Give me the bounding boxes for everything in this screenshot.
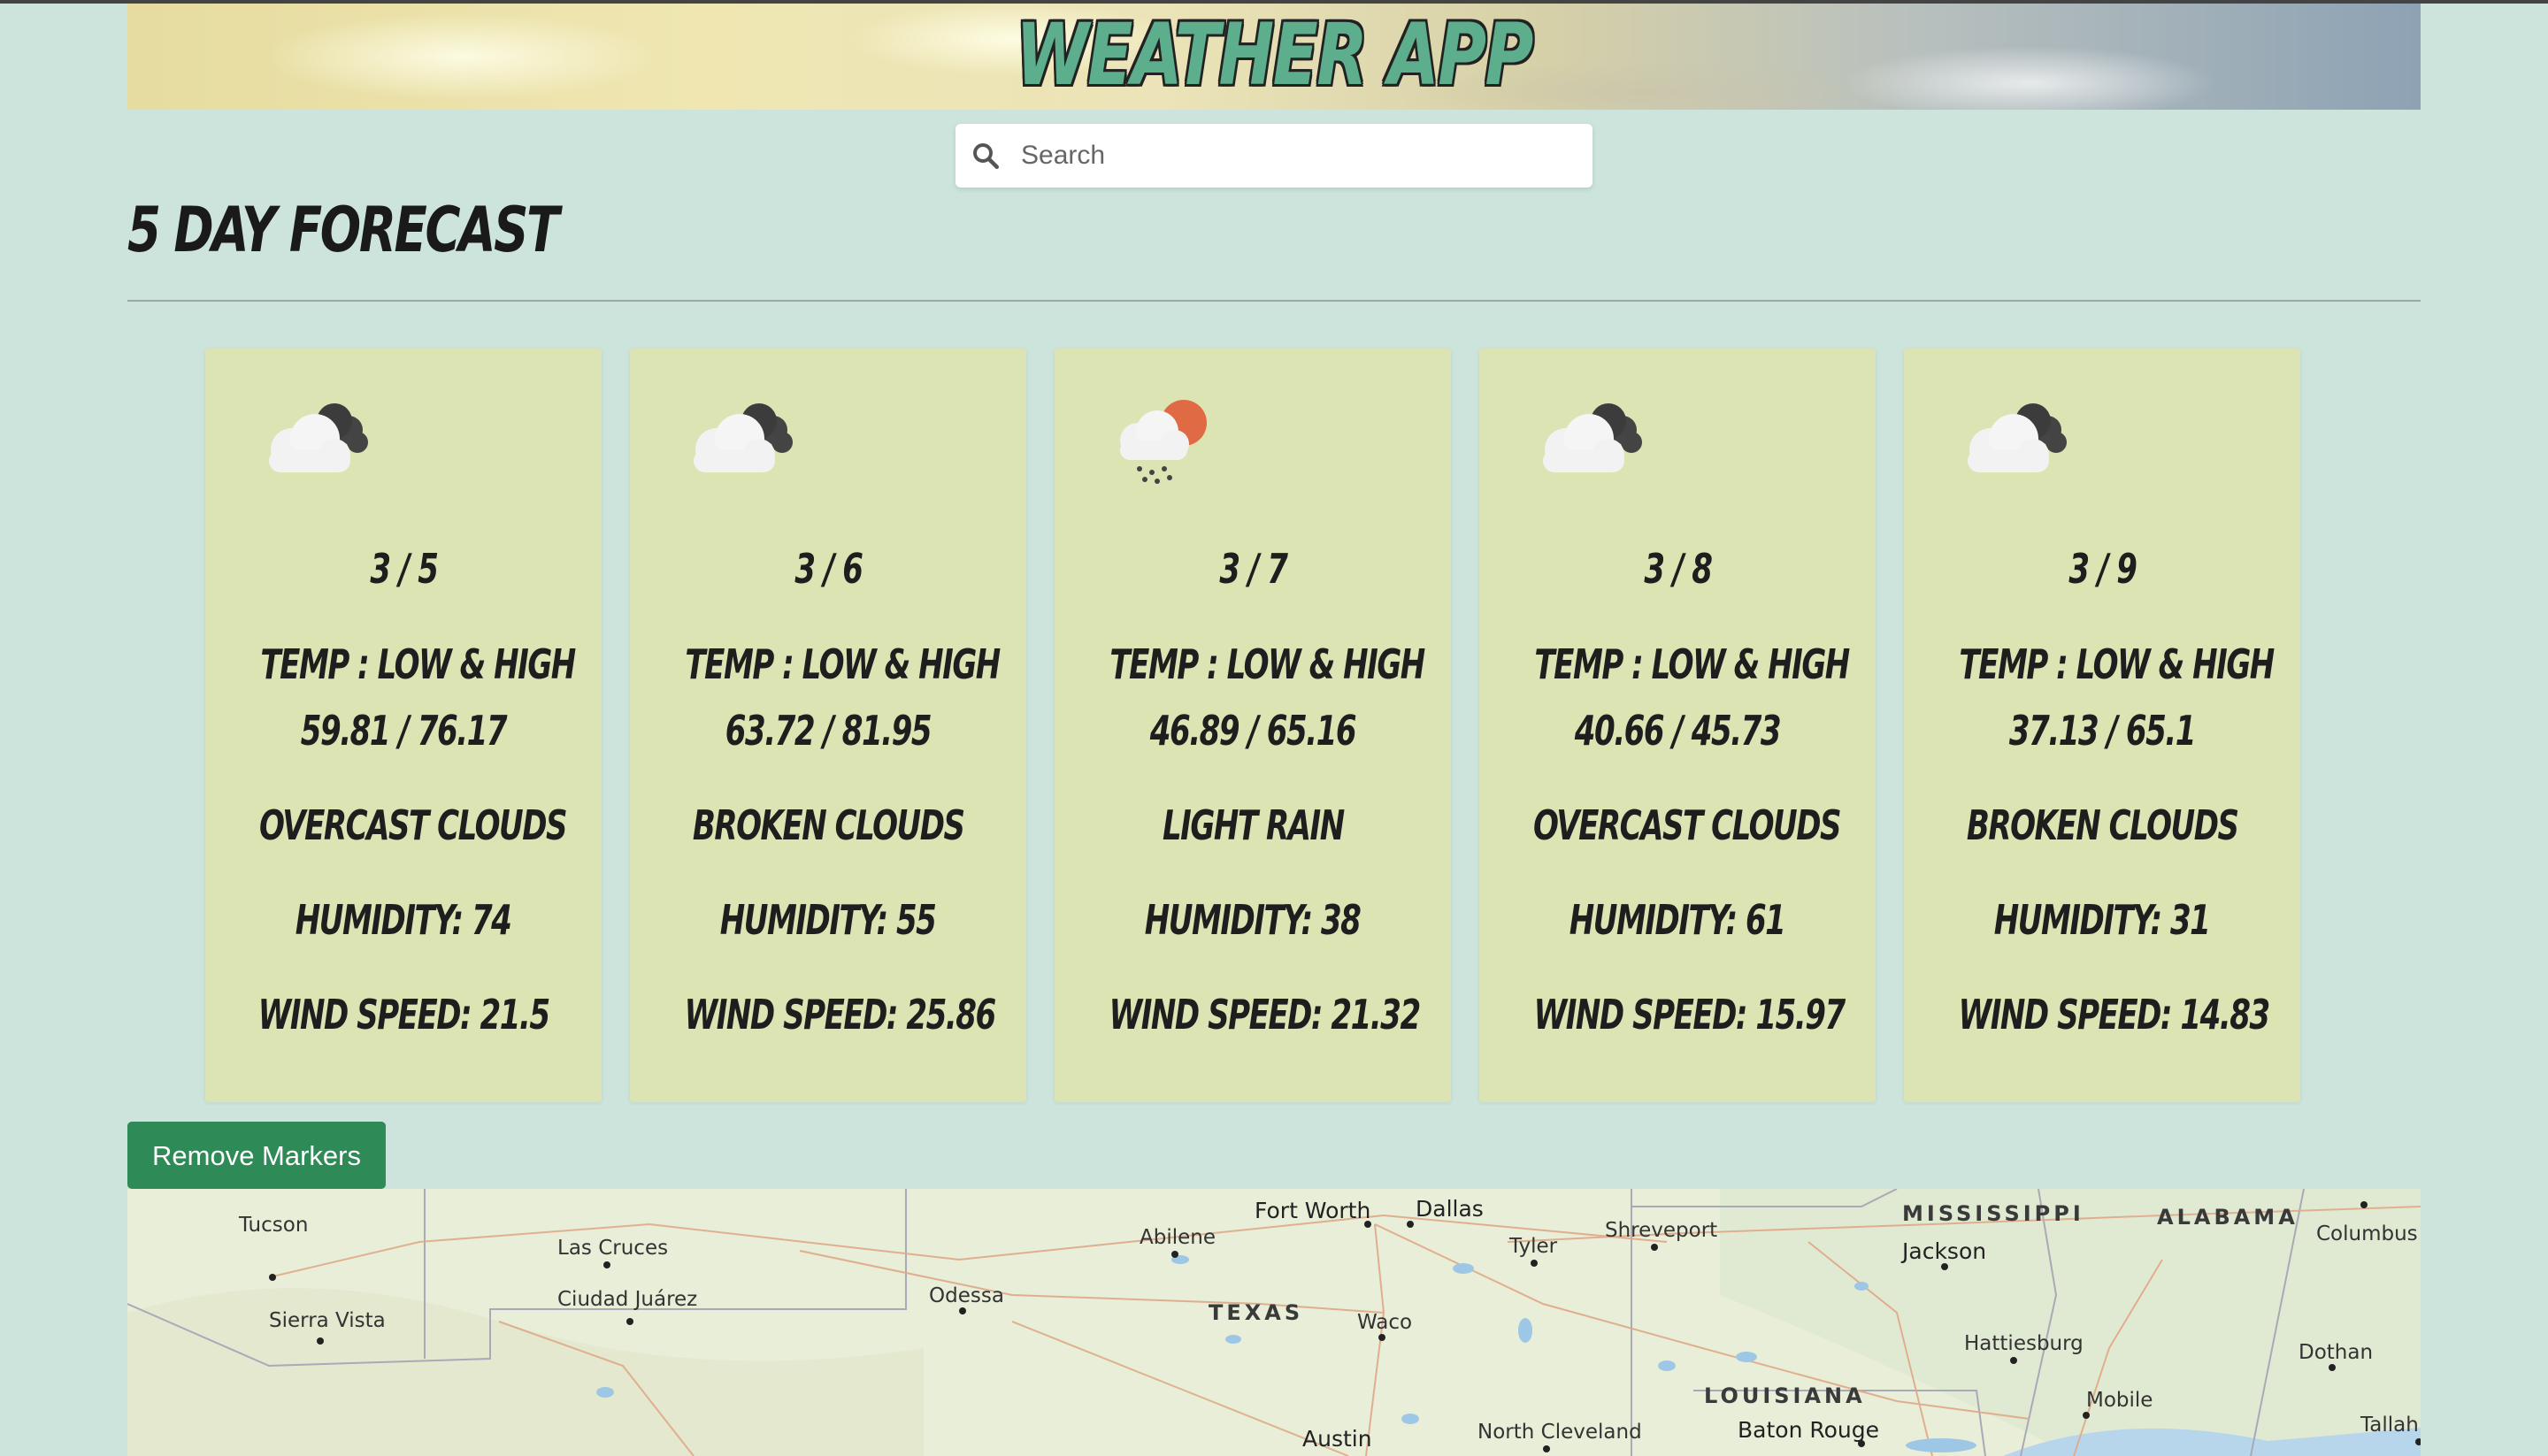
map-city-dot bbox=[2415, 1438, 2421, 1445]
search-input[interactable] bbox=[1019, 140, 1571, 172]
map-city-label: Dallas bbox=[1416, 1196, 1484, 1222]
map-city-dot bbox=[603, 1261, 610, 1268]
forecast-card: 3 / 6 TEMP : LOW & HIGH 63.72 / 81.95 BR… bbox=[630, 349, 1026, 1102]
temp-values: 63.72 / 81.95 bbox=[725, 707, 932, 755]
map-city-dot bbox=[2083, 1412, 2090, 1419]
map-city-dot bbox=[626, 1318, 633, 1325]
condition: BROKEN CLOUDS bbox=[1966, 801, 2239, 849]
broken-clouds-icon bbox=[1543, 403, 1642, 472]
map-city-dot bbox=[1378, 1334, 1385, 1341]
temp-label: TEMP : LOW & HIGH bbox=[685, 640, 1001, 688]
map-city-label: Odessa bbox=[929, 1284, 1004, 1307]
temp-label: TEMP : LOW & HIGH bbox=[260, 640, 576, 688]
humidity: HUMIDITY: 55 bbox=[720, 896, 937, 944]
map-city-label: Hattiesburg bbox=[1964, 1332, 2084, 1355]
humidity: HUMIDITY: 38 bbox=[1145, 896, 1362, 944]
temp-values: 59.81 / 76.17 bbox=[300, 707, 508, 755]
map-city-label: Abilene bbox=[1140, 1226, 1216, 1249]
wind-speed: WIND SPEED: 14.83 bbox=[1958, 991, 2270, 1038]
forecast-date: 3 / 6 bbox=[794, 545, 863, 593]
condition: OVERCAST CLOUDS bbox=[1532, 801, 1842, 849]
map-city-dot bbox=[1531, 1260, 1538, 1267]
temp-label: TEMP : LOW & HIGH bbox=[1109, 640, 1425, 688]
temp-values: 37.13 / 65.1 bbox=[2008, 707, 2197, 755]
temp-values: 46.89 / 65.16 bbox=[1149, 707, 1357, 755]
map-city-label: Baton Rouge bbox=[1738, 1417, 1879, 1443]
humidity: HUMIDITY: 61 bbox=[1569, 896, 1786, 944]
humidity: HUMIDITY: 74 bbox=[295, 896, 512, 944]
map-city-dot bbox=[1858, 1440, 1865, 1447]
map-city-dot bbox=[317, 1337, 324, 1345]
map-city-label: Tallah bbox=[2360, 1414, 2419, 1437]
map-city-dot bbox=[2010, 1357, 2017, 1364]
map-city-label: Dothan bbox=[2299, 1341, 2374, 1364]
forecast-date: 3 / 5 bbox=[369, 545, 439, 593]
broken-clouds-icon bbox=[1968, 403, 2067, 472]
forecast-heading: 5 DAY FORECAST bbox=[127, 194, 559, 266]
map-city-label: Jackson bbox=[1902, 1238, 1987, 1264]
search-box[interactable] bbox=[956, 124, 1592, 188]
divider bbox=[127, 300, 2421, 302]
map-city-dot bbox=[959, 1307, 966, 1314]
forecast-card: 3 / 5 TEMP : LOW & HIGH 59.81 / 76.17 OV… bbox=[205, 349, 602, 1102]
map-state-label: ALABAMA bbox=[2157, 1205, 2299, 1230]
humidity: HUMIDITY: 31 bbox=[1994, 896, 2211, 944]
map-city-dot bbox=[1364, 1221, 1371, 1228]
forecast-card: 3 / 7 TEMP : LOW & HIGH 46.89 / 65.16 LI… bbox=[1055, 349, 1451, 1102]
map-city-dot bbox=[1941, 1263, 1948, 1270]
map-city-dot bbox=[2360, 1201, 2368, 1208]
temp-label: TEMP : LOW & HIGH bbox=[1959, 640, 2275, 688]
condition: BROKEN CLOUDS bbox=[692, 801, 965, 849]
forecast-date: 3 / 9 bbox=[2068, 545, 2137, 593]
temp-label: TEMP : LOW & HIGH bbox=[1534, 640, 1850, 688]
map-city-label: Columbus bbox=[2316, 1222, 2418, 1245]
map[interactable]: Tucson Las Cruces Ciudad Juárez Sierra V… bbox=[127, 1189, 2421, 1456]
broken-clouds-icon bbox=[694, 403, 793, 472]
broken-clouds-icon bbox=[269, 403, 368, 472]
map-city-label: Ciudad Juárez bbox=[557, 1288, 698, 1311]
map-state-label: TEXAS bbox=[1209, 1300, 1304, 1325]
wind-speed: WIND SPEED: 21.32 bbox=[1109, 991, 1421, 1038]
forecast-card: 3 / 8 TEMP : LOW & HIGH 40.66 / 45.73 OV… bbox=[1479, 349, 1876, 1102]
map-city-dot bbox=[1543, 1445, 1550, 1452]
remove-markers-button[interactable]: Remove Markers bbox=[127, 1122, 386, 1189]
rain-sun-icon bbox=[1120, 400, 1207, 484]
map-city-label: Fort Worth bbox=[1255, 1198, 1371, 1223]
map-city-dot bbox=[269, 1274, 276, 1281]
map-city-label: Mobile bbox=[2086, 1389, 2153, 1412]
map-city-label: North Cleveland bbox=[1477, 1421, 1642, 1444]
app-title: WEATHER APP bbox=[1016, 5, 1533, 104]
map-city-dot bbox=[1651, 1244, 1658, 1251]
map-city-dot bbox=[2329, 1364, 2336, 1371]
map-city-label: Shreveport bbox=[1605, 1219, 1718, 1242]
wind-speed: WIND SPEED: 15.97 bbox=[1533, 991, 1846, 1038]
wind-speed: WIND SPEED: 25.86 bbox=[684, 991, 996, 1038]
map-city-dot bbox=[1407, 1221, 1414, 1228]
map-city-label: Las Cruces bbox=[557, 1237, 669, 1260]
condition: LIGHT RAIN bbox=[1162, 801, 1345, 849]
map-city-dot bbox=[1171, 1251, 1178, 1258]
condition: OVERCAST CLOUDS bbox=[258, 801, 568, 849]
map-state-label: MISSISSIPPI bbox=[1902, 1201, 2084, 1226]
search-icon bbox=[973, 143, 999, 169]
map-city-label: Sierra Vista bbox=[269, 1309, 386, 1332]
map-state-label: LOUISIANA bbox=[1704, 1383, 1866, 1408]
forecast-date: 3 / 7 bbox=[1218, 545, 1288, 593]
wind-speed: WIND SPEED: 21.5 bbox=[257, 991, 550, 1038]
map-city-label: Waco bbox=[1357, 1311, 1413, 1334]
temp-values: 40.66 / 45.73 bbox=[1574, 707, 1782, 755]
header-banner: WEATHER APP bbox=[127, 4, 2421, 110]
forecast-date: 3 / 8 bbox=[1643, 545, 1713, 593]
map-city-label: Austin bbox=[1302, 1426, 1372, 1452]
forecast-card: 3 / 9 TEMP : LOW & HIGH 37.13 / 65.1 BRO… bbox=[1904, 349, 2300, 1102]
map-city-label: Tucson bbox=[239, 1214, 309, 1237]
map-city-label: Tyler bbox=[1509, 1235, 1558, 1258]
